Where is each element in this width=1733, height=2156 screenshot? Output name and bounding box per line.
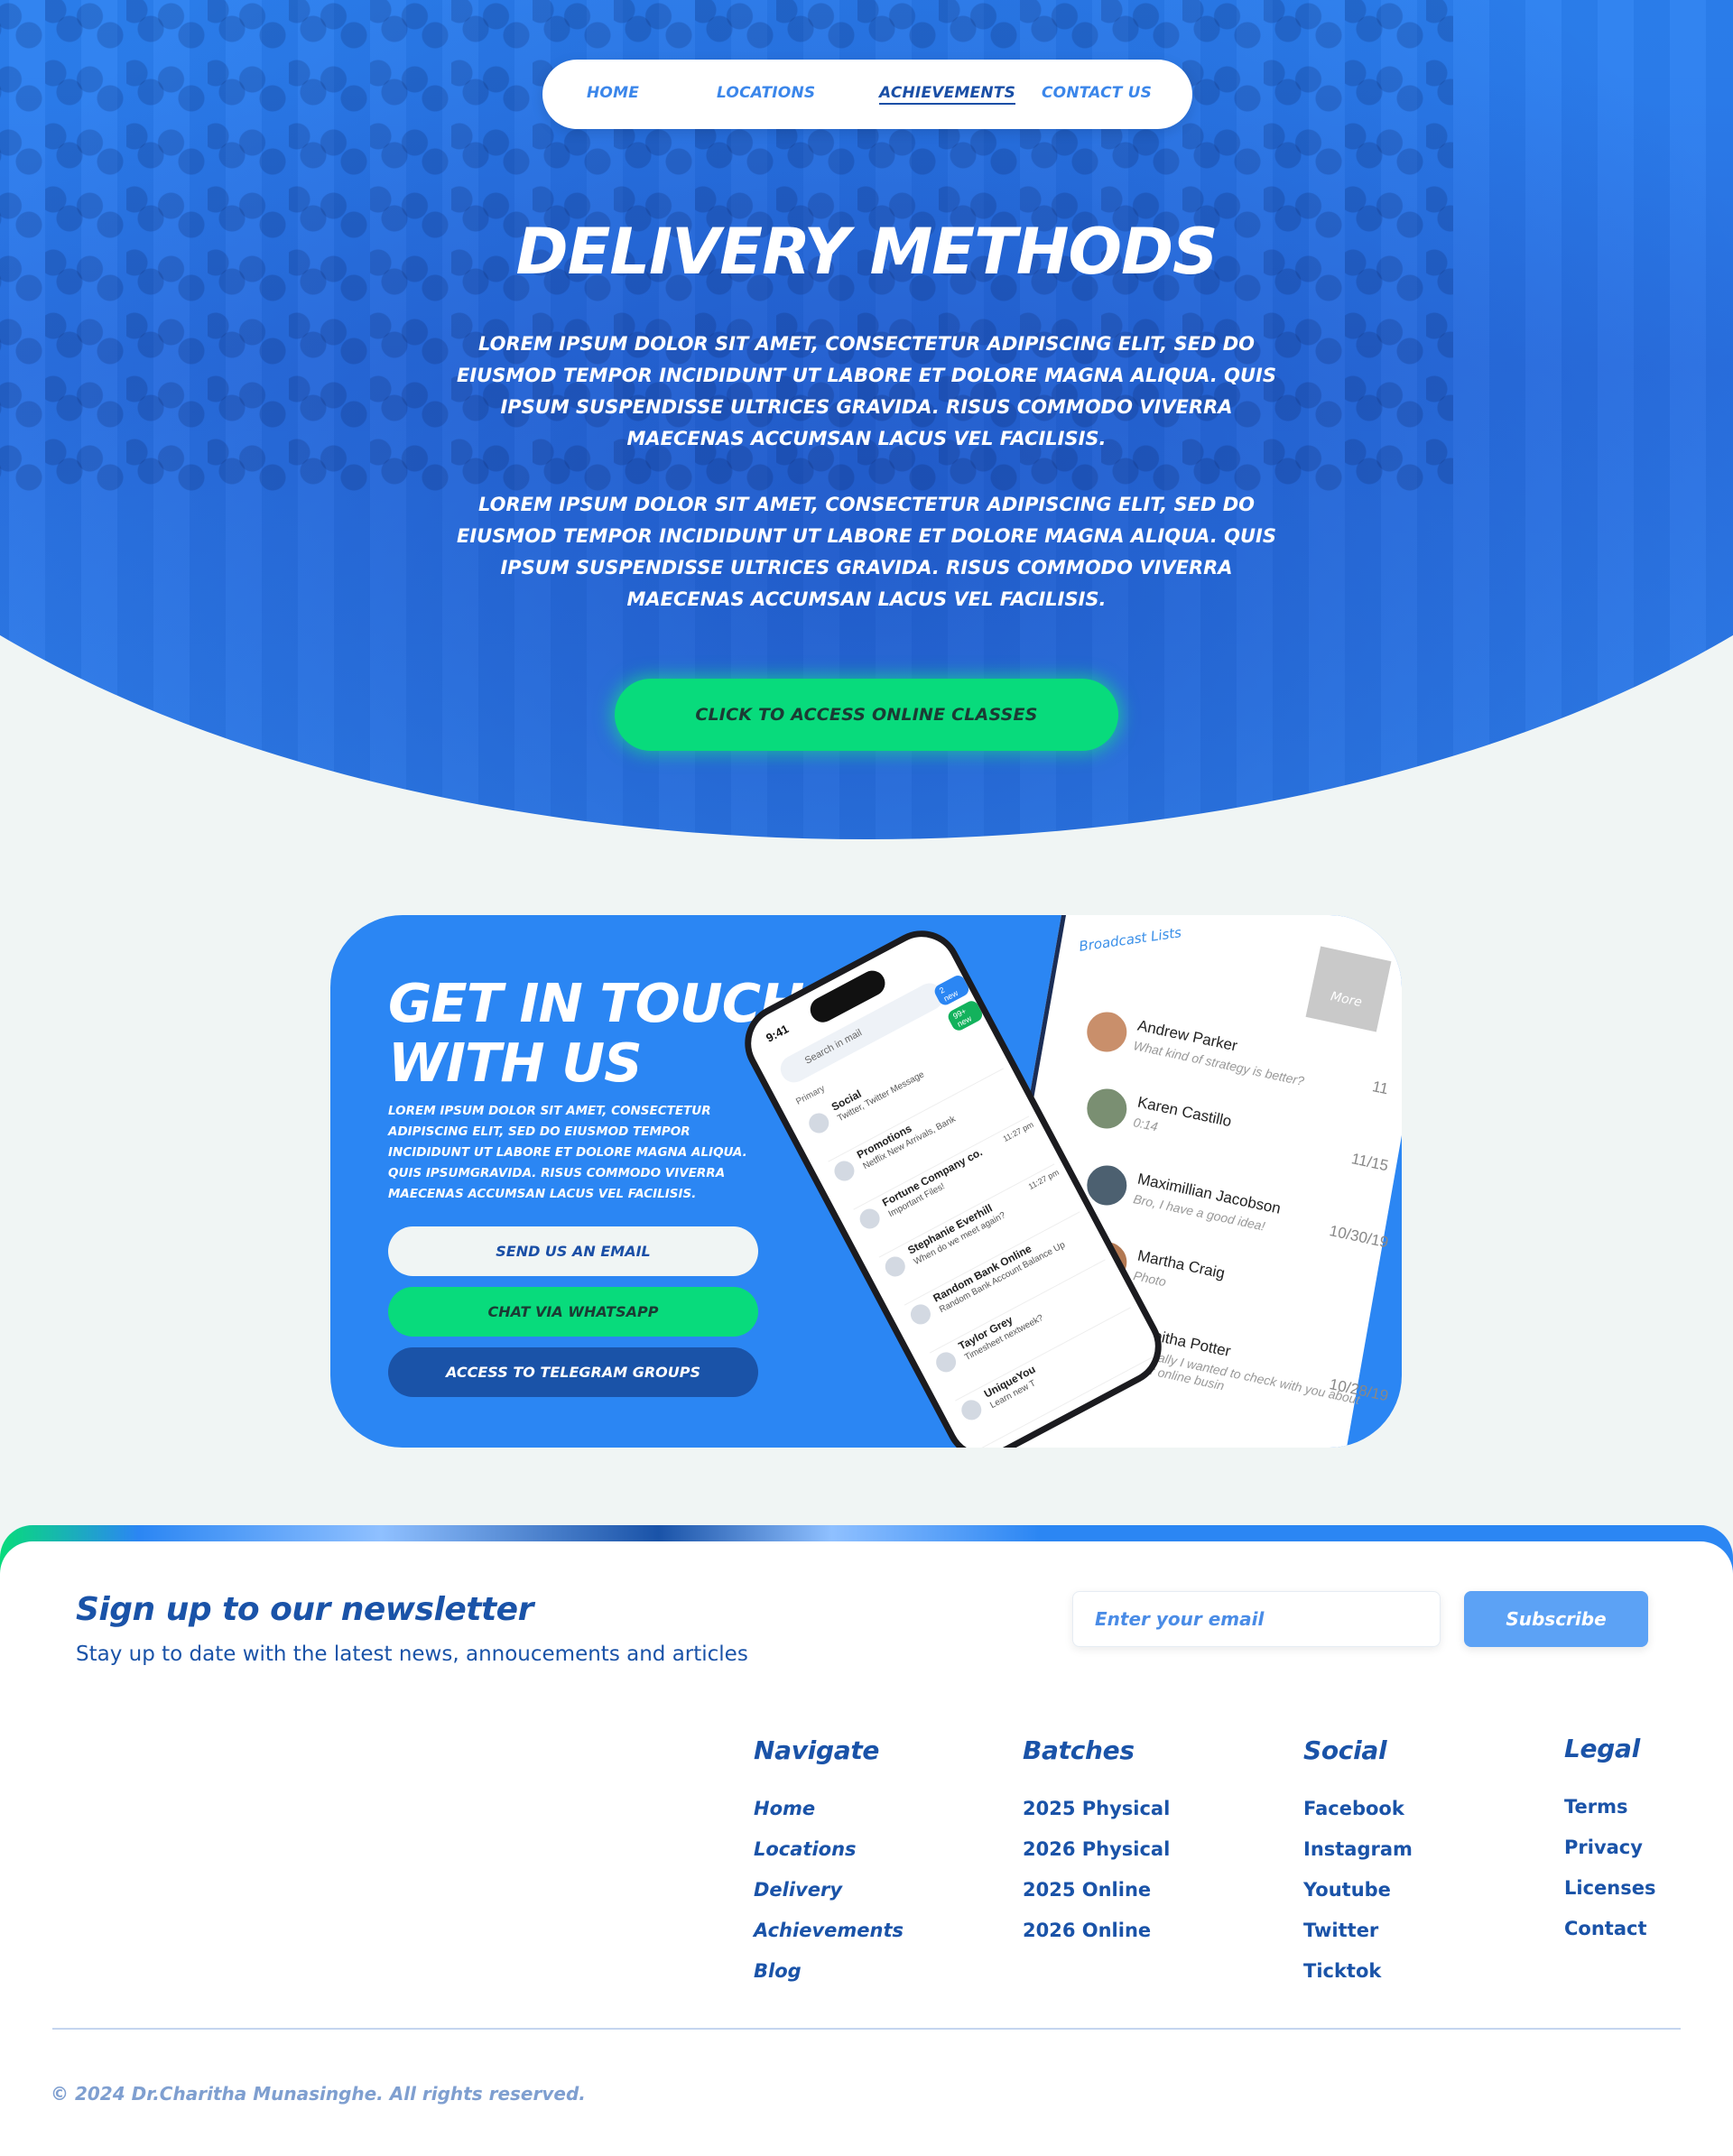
footer-link-facebook[interactable]: Facebook xyxy=(1303,1789,1413,1829)
footer-link-instagram[interactable]: Instagram xyxy=(1303,1829,1413,1870)
mail-icon xyxy=(856,1205,884,1233)
chat-date: 10/30/19 xyxy=(1328,1222,1390,1252)
footer-link-privacy[interactable]: Privacy xyxy=(1564,1828,1655,1868)
footer-link-delivery[interactable]: Delivery xyxy=(754,1870,904,1911)
newsletter-subtitle: Stay up to date with the latest news, an… xyxy=(76,1642,748,1666)
footer-link-2025-online[interactable]: 2025 Online xyxy=(1023,1870,1170,1911)
footer-link-terms[interactable]: Terms xyxy=(1564,1787,1655,1828)
footer-divider xyxy=(52,2028,1681,2030)
top-navigation: HOME LOCATIONS ACHIEVEMENTS CONTACT US xyxy=(542,60,1192,129)
footer-body: Sign up to our newsletter Stay up to dat… xyxy=(0,1541,1733,2156)
mail-icon xyxy=(958,1396,986,1424)
contact-description: LOREM IPSUM DOLOR SIT AMET, CONSECTETUR … xyxy=(388,1104,747,1201)
footer-link-licenses[interactable]: Licenses xyxy=(1564,1868,1655,1909)
newsletter-title: Sign up to our newsletter xyxy=(76,1591,533,1628)
broadcast-lists-label: Broadcast Lists xyxy=(1078,924,1182,955)
hero-section: HOME LOCATIONS ACHIEVEMENTS CONTACT US D… xyxy=(0,0,1733,839)
chat-message: 0:14 xyxy=(1132,1115,1160,1134)
access-online-classes-button[interactable]: CLICK TO ACCESS ONLINE CLASSES xyxy=(615,679,1118,751)
contact-card: GET IN TOUCH WITH US LOREM IPSUM DOLOR S… xyxy=(330,915,1402,1448)
hero-paragraph-1: LOREM IPSUM DOLOR SIT AMET, CONSECTETUR … xyxy=(457,333,1276,449)
contact-title-line-1: GET IN TOUCH xyxy=(388,972,804,1034)
send-email-button[interactable]: SEND US AN EMAIL xyxy=(388,1226,758,1276)
copyright-text: © 2024 Dr.Charitha Munasinghe. All right… xyxy=(51,2083,586,2105)
footer-column-title: Batches xyxy=(1023,1735,1135,1765)
footer-link-blog[interactable]: Blog xyxy=(754,1951,904,1992)
footer-link-2026-online[interactable]: 2026 Online xyxy=(1023,1911,1170,1951)
site-footer: Sign up to our newsletter Stay up to dat… xyxy=(0,1525,1733,2156)
chat-message: Photo xyxy=(1132,1268,1168,1290)
phone-time: 9:41 xyxy=(764,1022,792,1045)
footer-link-twitter[interactable]: Twitter xyxy=(1303,1911,1413,1951)
chat-date: 11/15 xyxy=(1349,1150,1390,1175)
chat-date: 11 xyxy=(1370,1078,1390,1098)
footer-column-navigate: Navigate Home Locations Delivery Achieve… xyxy=(754,1735,904,1992)
footer-column-title: Navigate xyxy=(754,1735,880,1765)
footer-link-achievements[interactable]: Achievements xyxy=(754,1911,904,1951)
mail-icon xyxy=(830,1157,858,1185)
footer-link-locations[interactable]: Locations xyxy=(754,1829,904,1870)
hero-paragraph-2: LOREM IPSUM DOLOR SIT AMET, CONSECTETUR … xyxy=(457,494,1276,610)
newsletter-email-input[interactable] xyxy=(1072,1591,1441,1647)
footer-link-contact[interactable]: Contact xyxy=(1564,1909,1655,1949)
footer-link-youtube[interactable]: Youtube xyxy=(1303,1870,1413,1911)
footer-link-ticktok[interactable]: Ticktok xyxy=(1303,1951,1413,1992)
nav-achievements-link[interactable]: ACHIEVEMENTS xyxy=(879,84,1016,105)
mail-icon xyxy=(881,1253,909,1281)
subscribe-button[interactable]: Subscribe xyxy=(1464,1591,1648,1647)
mail-icon xyxy=(907,1300,934,1328)
footer-column-title: Social xyxy=(1303,1735,1387,1765)
avatar xyxy=(1083,1085,1131,1133)
whatsapp-chat-button[interactable]: CHAT VIA WHATSAPP xyxy=(388,1287,758,1337)
contact-title-line-2: WITH US xyxy=(388,1032,643,1094)
avatar xyxy=(1083,1008,1131,1056)
nav-home-link[interactable]: HOME xyxy=(587,84,639,102)
footer-link-home[interactable]: Home xyxy=(754,1789,904,1829)
telegram-groups-button[interactable]: ACCESS TO TELEGRAM GROUPS xyxy=(388,1347,758,1397)
footer-column-legal: Legal Terms Privacy Licenses Contact xyxy=(1564,1734,1655,1949)
mail-icon xyxy=(932,1348,959,1376)
footer-column-title: Legal xyxy=(1564,1734,1640,1763)
footer-column-social: Social Facebook Instagram Youtube Twitte… xyxy=(1303,1735,1413,1992)
mail-icon xyxy=(805,1109,833,1137)
footer-link-2025-physical[interactable]: 2025 Physical xyxy=(1023,1789,1170,1829)
nav-contact-link[interactable]: CONTACT US xyxy=(1042,84,1152,102)
footer-column-batches: Batches 2025 Physical 2026 Physical 2025… xyxy=(1023,1735,1170,1951)
footer-link-2026-physical[interactable]: 2026 Physical xyxy=(1023,1829,1170,1870)
avatar xyxy=(1083,1161,1131,1209)
page-title: DELIVERY METHODS xyxy=(515,215,1219,289)
nav-locations-link[interactable]: LOCATIONS xyxy=(717,84,815,102)
more-option: More xyxy=(1305,946,1392,1032)
